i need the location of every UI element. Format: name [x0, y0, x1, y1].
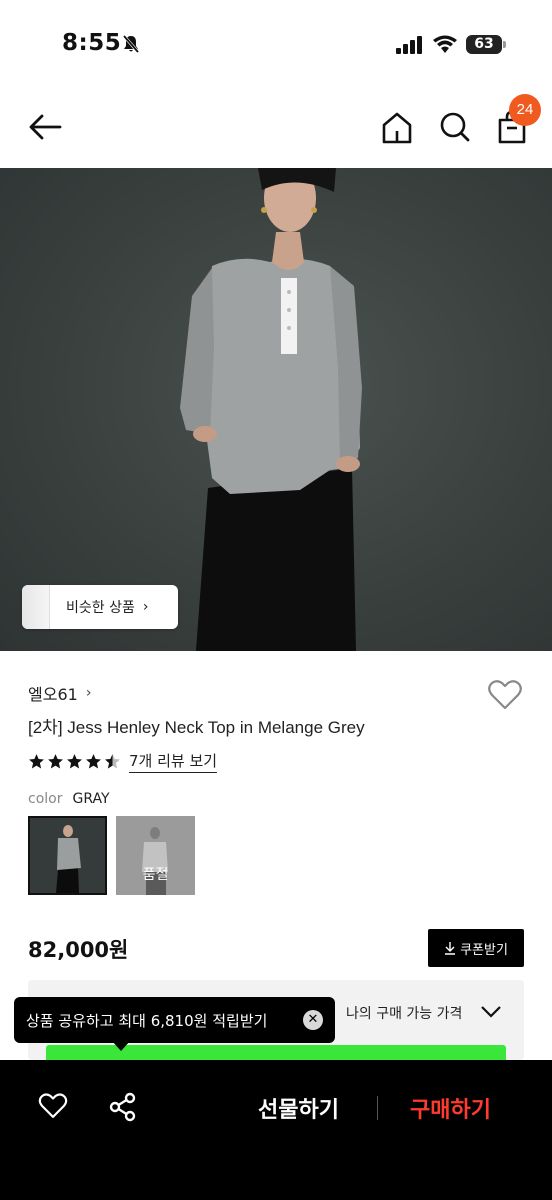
coupon-label: 쿠폰받기: [460, 942, 508, 958]
search-icon[interactable]: [437, 108, 473, 146]
rating-row: 7개 리뷰 보기: [28, 750, 218, 773]
home-icon[interactable]: [380, 108, 414, 146]
brand-link[interactable]: 엘오61 ›: [28, 681, 91, 705]
color-row: color GRAY: [28, 791, 110, 807]
similar-products-label: 비슷한 상품: [66, 600, 135, 616]
signal-icon: [396, 36, 424, 58]
star-icon: [86, 754, 101, 769]
wishlist-heart-icon[interactable]: [487, 679, 523, 715]
buy-button[interactable]: 구매하기: [410, 1092, 491, 1124]
close-icon[interactable]: ✕: [303, 1010, 323, 1030]
share-icon[interactable]: [108, 1092, 138, 1126]
gift-button[interactable]: 선물하기: [258, 1092, 339, 1124]
color-option-soldout[interactable]: 품절: [116, 816, 195, 895]
bell-off-icon: [121, 34, 141, 58]
soldout-label: 품절: [142, 867, 169, 883]
brand-name: 엘오61: [28, 685, 78, 704]
product-image[interactable]: [0, 168, 552, 651]
chevron-right-icon: ›: [142, 599, 149, 615]
top-nav: [0, 90, 552, 168]
battery-tip: [503, 41, 506, 48]
chevron-down-icon[interactable]: [480, 1002, 502, 1024]
color-value: GRAY: [72, 791, 110, 807]
star-icon: [29, 754, 44, 769]
status-time: 8:55: [62, 30, 122, 56]
download-icon: [445, 942, 456, 955]
cart-count-badge: 24: [509, 94, 541, 126]
my-price-label[interactable]: 나의 구매 가능 가격: [346, 1003, 462, 1023]
star-half-icon: [105, 754, 120, 769]
similar-products-button[interactable]: 비슷한 상품 ›: [22, 585, 178, 629]
battery-indicator: 63: [466, 35, 502, 54]
similar-thumbnail: [22, 585, 50, 629]
product-title: [2차] Jess Henley Neck Top in Melange Gre…: [28, 718, 365, 737]
review-link[interactable]: 7개 리뷰 보기: [129, 750, 218, 773]
heart-icon[interactable]: [38, 1092, 68, 1124]
color-option-gray[interactable]: [28, 816, 107, 895]
bottom-action-bar: 선물하기 구매하기: [0, 1060, 552, 1200]
share-tooltip: 상품 공유하고 최대 6,810원 적립받기: [14, 997, 335, 1043]
divider: [377, 1096, 378, 1120]
color-label: color: [28, 791, 63, 807]
tooltip-text: 상품 공유하고 최대 6,810원 적립받기: [26, 1011, 268, 1030]
chevron-right-icon: ›: [85, 685, 92, 701]
tooltip-tail: [112, 1041, 130, 1051]
wifi-icon: [432, 34, 458, 58]
product-price: 82,000원: [28, 938, 129, 962]
status-bar: 8:55 63: [0, 0, 552, 90]
star-icon: [48, 754, 63, 769]
coupon-button[interactable]: 쿠폰받기: [428, 929, 524, 967]
star-rating: [28, 753, 121, 770]
back-icon[interactable]: [26, 110, 64, 144]
star-icon: [67, 754, 82, 769]
